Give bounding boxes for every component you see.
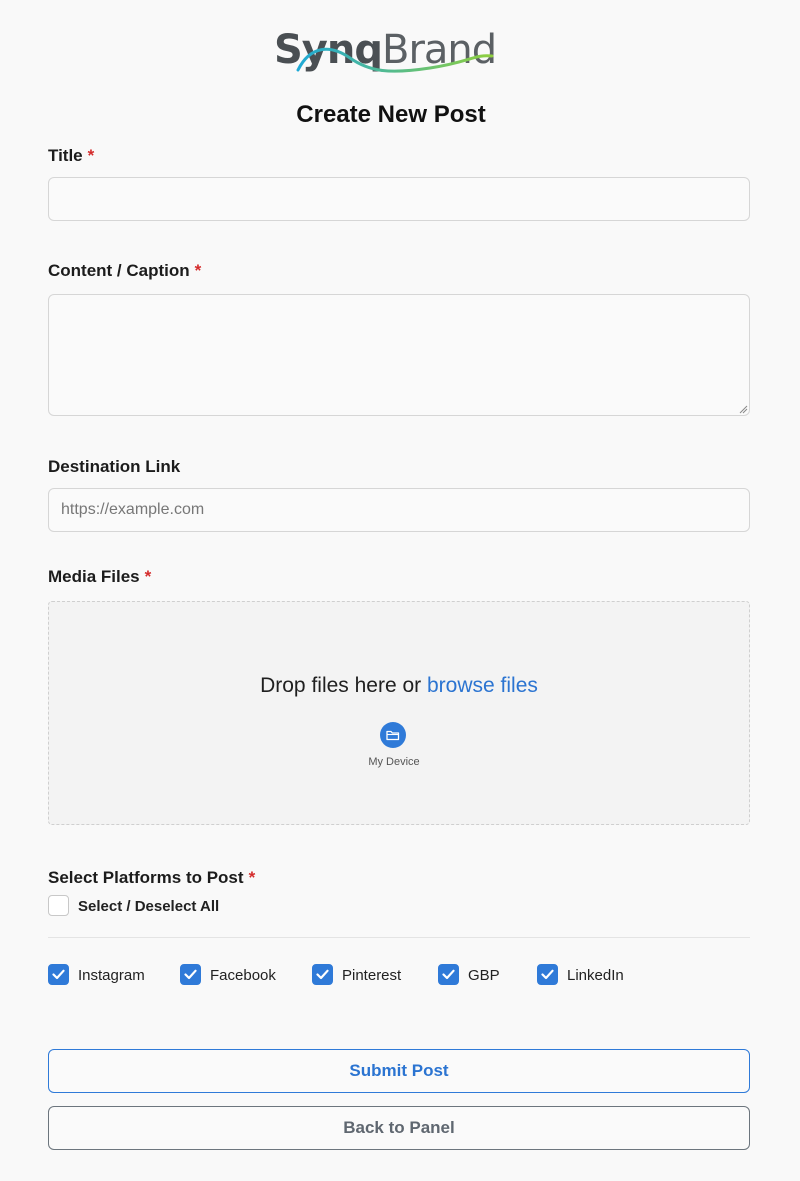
create-post-page: SynqBrand Create New Post Title * Content…	[0, 0, 800, 1181]
submit-post-button[interactable]: Submit Post	[48, 1049, 750, 1093]
divider	[48, 937, 750, 938]
select-all-label[interactable]: Select / Deselect All	[78, 898, 219, 915]
facebook-checkbox[interactable]	[180, 964, 201, 985]
drop-instructions: Drop files here or browse files	[49, 674, 749, 698]
content-textarea[interactable]	[48, 294, 750, 416]
content-label: Content / Caption *	[48, 261, 201, 281]
media-label: Media Files *	[48, 567, 151, 587]
drop-text: Drop files here or	[260, 674, 427, 697]
title-input[interactable]	[48, 177, 750, 221]
required-marker: *	[248, 868, 256, 887]
platform-label-pinterest[interactable]: Pinterest	[342, 967, 401, 984]
page-title: Create New Post	[296, 101, 486, 128]
checkmark-icon	[184, 969, 197, 980]
resize-grip-icon[interactable]	[739, 405, 748, 414]
title-label-text: Title	[48, 146, 83, 165]
checkmark-icon	[442, 969, 455, 980]
link-label: Destination Link	[48, 457, 181, 476]
title-label: Title *	[48, 146, 94, 166]
link-input[interactable]	[48, 488, 750, 532]
platform-label-linkedin[interactable]: LinkedIn	[567, 967, 624, 984]
my-device-label: My Device	[368, 756, 420, 768]
logo-swoosh-icon	[296, 47, 494, 73]
media-dropzone[interactable]: Drop files here or browse files My Devic…	[48, 601, 750, 825]
back-to-panel-button[interactable]: Back to Panel	[48, 1106, 750, 1150]
pinterest-checkbox[interactable]	[312, 964, 333, 985]
browse-files-link[interactable]: browse files	[427, 674, 538, 697]
media-label-text: Media Files	[48, 567, 140, 586]
required-marker: *	[87, 146, 95, 165]
folder-icon	[386, 730, 400, 741]
my-device-button[interactable]	[380, 722, 406, 748]
content-label-text: Content / Caption	[48, 261, 190, 280]
platforms-label-text: Select Platforms to Post	[48, 868, 244, 887]
checkmark-icon	[541, 969, 554, 980]
checkmark-icon	[52, 969, 65, 980]
platform-label-instagram[interactable]: Instagram	[78, 967, 145, 984]
required-marker: *	[194, 261, 202, 280]
required-marker: *	[144, 567, 152, 586]
select-all-checkbox[interactable]	[48, 895, 69, 916]
linkedin-checkbox[interactable]	[537, 964, 558, 985]
synqbrand-logo: SynqBrand	[270, 24, 500, 76]
platform-label-gbp[interactable]: GBP	[468, 967, 500, 984]
instagram-checkbox[interactable]	[48, 964, 69, 985]
checkmark-icon	[316, 969, 329, 980]
platform-label-facebook[interactable]: Facebook	[210, 967, 276, 984]
gbp-checkbox[interactable]	[438, 964, 459, 985]
platforms-label: Select Platforms to Post *	[48, 868, 255, 888]
